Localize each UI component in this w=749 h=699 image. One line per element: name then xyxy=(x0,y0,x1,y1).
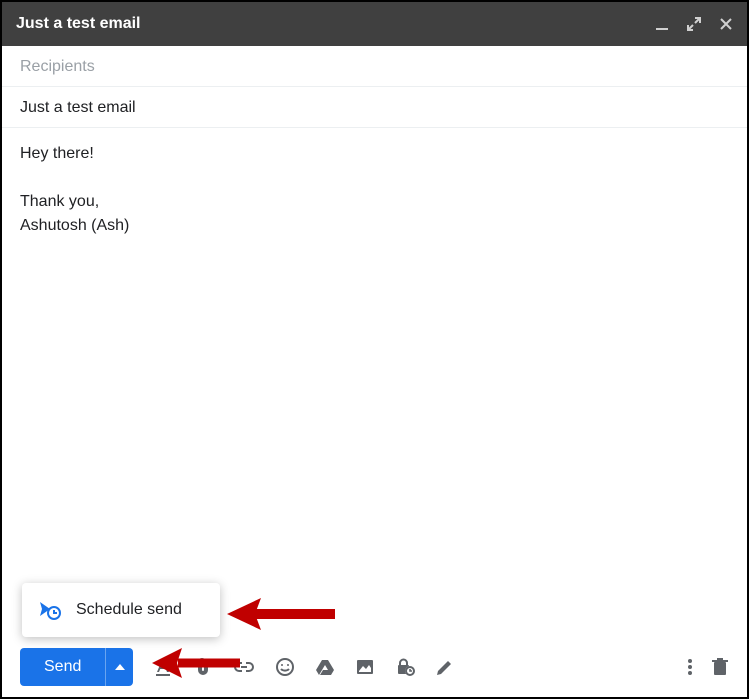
photo-icon[interactable] xyxy=(355,657,375,677)
subject-value: Just a test email xyxy=(20,99,136,116)
drive-icon[interactable] xyxy=(315,657,335,677)
discard-icon[interactable] xyxy=(711,657,729,677)
message-body[interactable]: Hey there! Thank you, Ashutosh (Ash) xyxy=(2,128,747,252)
signature-icon[interactable] xyxy=(435,657,455,677)
body-line: Hey there! xyxy=(20,142,729,166)
recipients-field[interactable]: Recipients xyxy=(2,46,747,87)
body-line: Thank you, xyxy=(20,190,729,214)
body-line xyxy=(20,166,729,190)
link-icon[interactable] xyxy=(233,657,255,677)
formatting-toolbar xyxy=(153,657,455,677)
send-button-group: Send xyxy=(20,648,133,686)
close-icon[interactable] xyxy=(719,17,733,31)
minimize-icon[interactable] xyxy=(655,17,669,31)
expand-icon[interactable] xyxy=(687,17,701,31)
schedule-send-icon xyxy=(38,600,62,620)
toolbar-right xyxy=(687,657,729,677)
confidential-icon[interactable] xyxy=(395,657,415,677)
subject-field[interactable]: Just a test email xyxy=(2,87,747,128)
formatting-icon[interactable] xyxy=(153,657,173,677)
attachment-icon[interactable] xyxy=(193,657,213,677)
body-line: Ashutosh (Ash) xyxy=(20,214,729,238)
send-button[interactable]: Send xyxy=(20,648,105,686)
more-options-icon[interactable] xyxy=(687,657,693,677)
compose-window: Just a test email Recipients Just a test… xyxy=(0,0,749,699)
window-controls xyxy=(655,17,733,31)
annotation-arrow xyxy=(227,596,337,632)
send-options-button[interactable] xyxy=(105,648,133,686)
recipients-placeholder: Recipients xyxy=(20,58,95,75)
titlebar: Just a test email xyxy=(2,2,747,46)
schedule-send-menu-item[interactable]: Schedule send xyxy=(22,583,220,637)
caret-up-icon xyxy=(115,664,125,670)
window-title: Just a test email xyxy=(16,15,141,33)
compose-toolbar: Send xyxy=(2,637,747,697)
emoji-icon[interactable] xyxy=(275,657,295,677)
schedule-send-label: Schedule send xyxy=(76,601,182,619)
